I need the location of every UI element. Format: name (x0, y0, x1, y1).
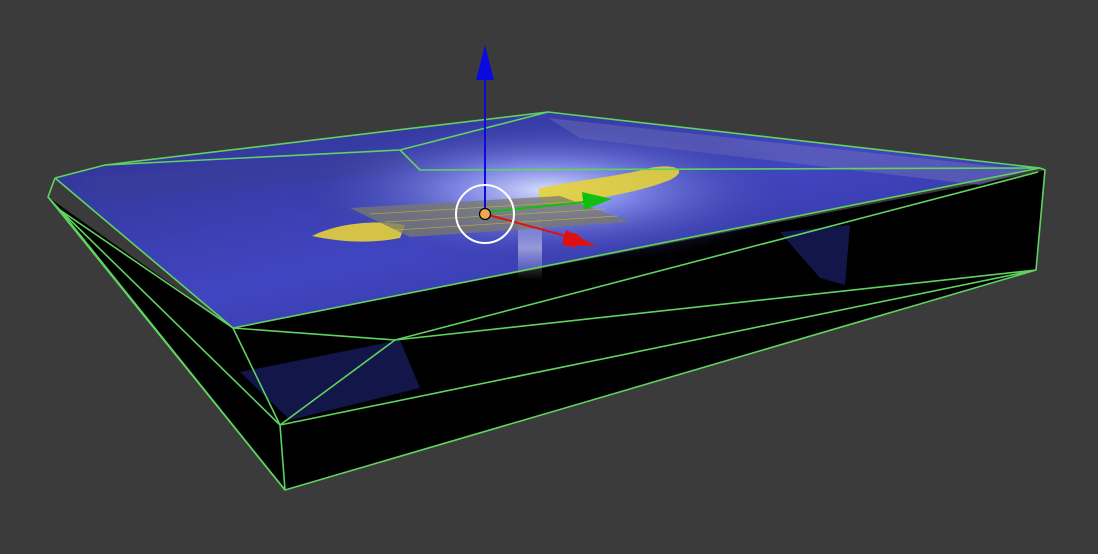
z-axis-arrow-head-icon[interactable] (476, 45, 494, 80)
x-axis-cone-base (563, 233, 581, 247)
3d-viewport[interactable] (0, 0, 1098, 554)
glass-slab-mesh[interactable] (47, 111, 1046, 491)
origin-dot-icon[interactable] (478, 207, 492, 221)
viewport-canvas[interactable] (0, 0, 1098, 554)
